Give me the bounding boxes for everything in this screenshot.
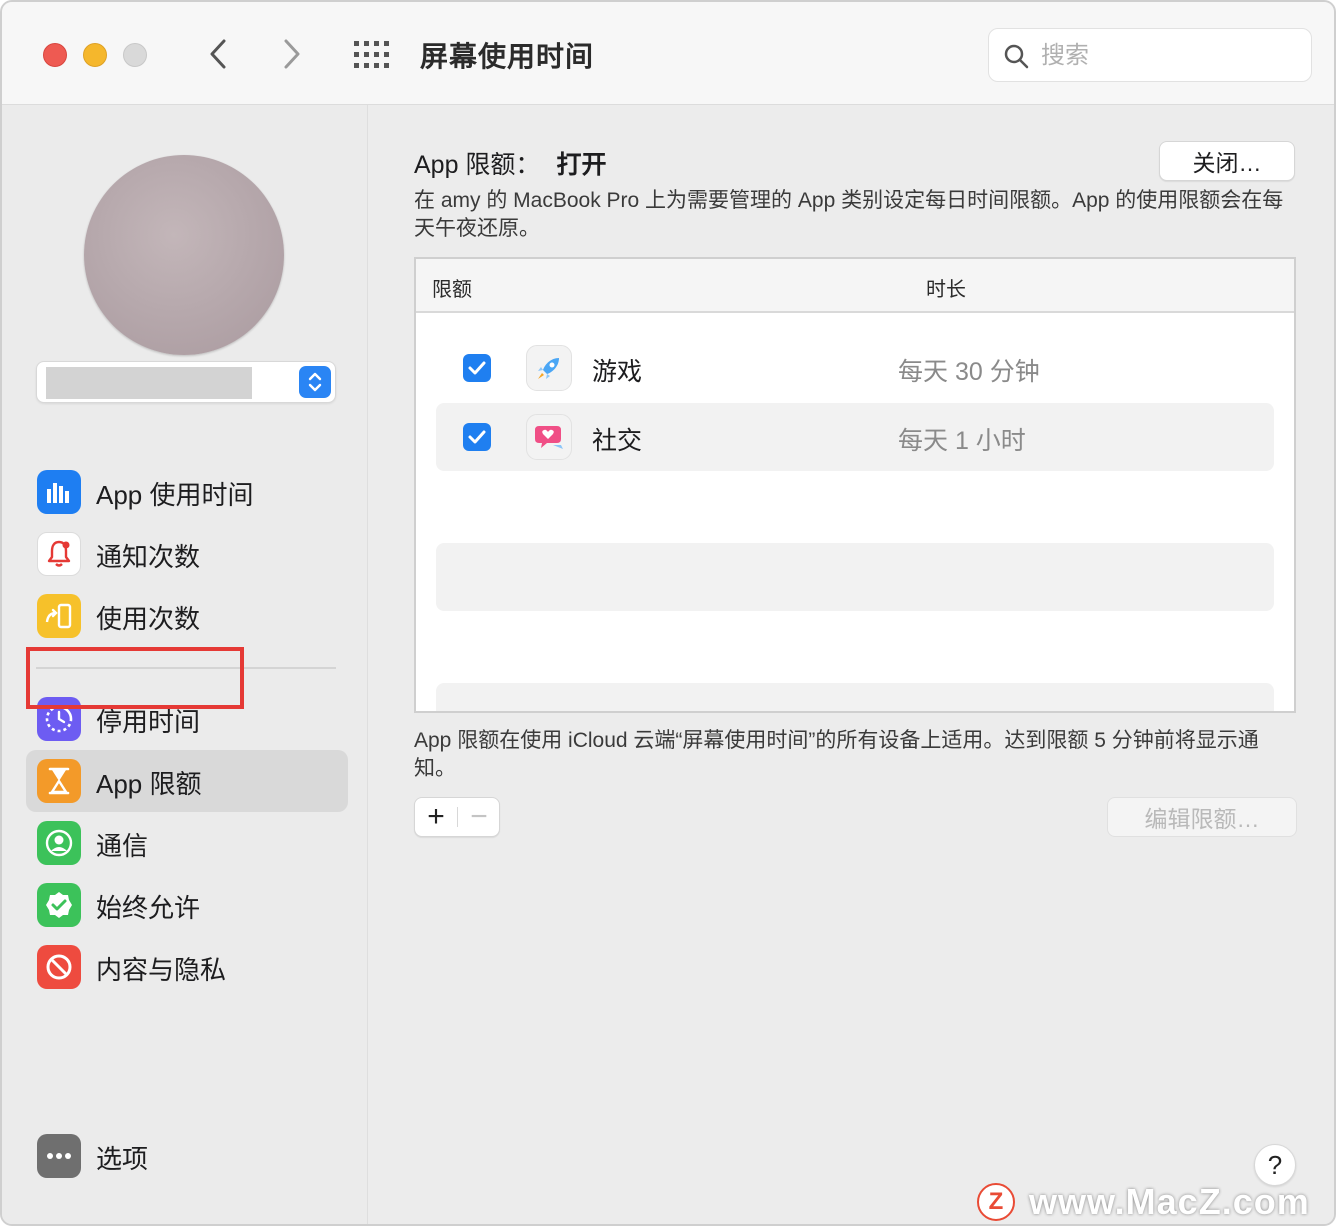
checkmark-badge-icon — [37, 883, 81, 927]
search-icon — [1004, 44, 1029, 69]
app-limits-heading: App 限额： 打开 — [414, 145, 606, 181]
table-header: 限额 时长 — [416, 259, 1294, 313]
table-row[interactable]: 社交 每天 1 小时 — [436, 403, 1274, 471]
sidebar-item-notifications[interactable]: 通知次数 — [26, 523, 348, 585]
checkmark-icon — [468, 430, 486, 444]
sidebar-item-options[interactable]: 选项 — [26, 1125, 348, 1187]
turn-off-button[interactable]: 关闭… — [1159, 141, 1295, 181]
edit-limits-button[interactable]: 编辑限额… — [1107, 797, 1297, 837]
sidebar-item-label: 选项 — [96, 1144, 149, 1174]
app-limits-status: 打开 — [556, 151, 607, 179]
sidebar-item-label: 使用次数 — [96, 604, 201, 634]
sidebar-item-pickups[interactable]: 使用次数 — [26, 585, 348, 647]
title-bar: 屏幕使用时间 — [2, 2, 1334, 105]
column-header-duration[interactable]: 时长 — [926, 273, 966, 302]
row-category: 游戏 — [592, 358, 643, 386]
bell-icon — [37, 532, 81, 576]
sidebar-item-label: 通知次数 — [96, 542, 201, 572]
chat-heart-icon — [526, 414, 572, 460]
chevron-right-icon — [284, 39, 300, 69]
checkmark-icon — [468, 361, 486, 375]
row-checkbox[interactable] — [463, 354, 491, 382]
limits-table: 限额 时长 游戏 每天 30 分钟 社交 每天 1 小时 — [414, 257, 1296, 713]
app-limits-label: App 限额： — [414, 151, 541, 179]
watermark-logo: Z — [977, 1183, 1015, 1221]
window-title: 屏幕使用时间 — [420, 41, 595, 72]
hourglass-icon — [37, 759, 81, 803]
annotation-highlight-box — [26, 647, 244, 709]
contact-icon — [37, 821, 81, 865]
table-row[interactable]: 游戏 每天 30 分钟 — [436, 334, 1274, 402]
system-preferences-window: 屏幕使用时间 App 使用时间 通知次数 — [0, 0, 1336, 1226]
sidebar-item-always-allowed[interactable]: 始终允许 — [26, 874, 348, 936]
popup-stepper[interactable] — [299, 366, 331, 398]
empty-table-row — [436, 683, 1274, 711]
block-icon — [37, 945, 81, 989]
rocket-icon — [526, 345, 572, 391]
up-down-chevron-icon — [308, 372, 322, 392]
user-name-redacted — [46, 367, 252, 399]
show-all-button[interactable] — [352, 38, 394, 72]
search-field[interactable] — [988, 28, 1312, 82]
sidebar-item-app-limits[interactable]: App 限额 — [26, 750, 348, 812]
add-remove-control: + − — [414, 797, 500, 837]
sidebar-item-label: 通信 — [96, 831, 149, 861]
avatar[interactable] — [84, 155, 284, 355]
forward-button[interactable] — [272, 32, 312, 76]
close-window-button[interactable] — [43, 43, 67, 67]
minimize-window-button[interactable] — [83, 43, 107, 67]
empty-table-row — [436, 543, 1274, 611]
chevron-left-icon — [210, 39, 226, 69]
user-select[interactable] — [36, 361, 336, 403]
grid-icon — [354, 41, 389, 68]
sidebar-item-communication[interactable]: 通信 — [26, 812, 348, 874]
ellipsis-icon — [37, 1134, 81, 1178]
bar-chart-icon — [37, 470, 81, 514]
main-panel: App 限额： 打开 关闭… 在 amy 的 MacBook Pro 上为需要管理… — [368, 105, 1334, 1224]
watermark-text: www.MacZ.com — [1029, 1181, 1310, 1222]
back-button[interactable] — [198, 32, 238, 76]
watermark: Z www.MacZ.com — [977, 1180, 1310, 1224]
sidebar-item-app-usage[interactable]: App 使用时间 — [26, 461, 348, 523]
sidebar-item-label: App 限额 — [96, 769, 202, 799]
row-duration: 每天 1 小时 — [898, 427, 1026, 455]
zoom-window-button[interactable] — [123, 43, 147, 67]
row-duration: 每天 30 分钟 — [898, 358, 1040, 386]
search-input[interactable] — [1041, 39, 1291, 73]
pickup-icon — [37, 594, 81, 638]
footnote-text: App 限额在使用 iCloud 云端“屏幕使用时间”的所有设备上适用。达到限额… — [414, 729, 1259, 780]
remove-limit-button[interactable]: − — [458, 798, 500, 836]
sidebar-item-label: App 使用时间 — [96, 480, 254, 510]
add-limit-button[interactable]: + — [415, 798, 457, 836]
column-header-limit[interactable]: 限额 — [432, 273, 472, 302]
sidebar-item-content-privacy[interactable]: 内容与隐私 — [26, 936, 348, 998]
sidebar-item-label: 内容与隐私 — [96, 955, 227, 985]
row-checkbox[interactable] — [463, 423, 491, 451]
sidebar-item-label: 始终允许 — [96, 893, 201, 923]
description-text: 在 amy 的 MacBook Pro 上为需要管理的 App 类别设定每日时间… — [414, 189, 1284, 240]
row-category: 社交 — [592, 427, 643, 455]
